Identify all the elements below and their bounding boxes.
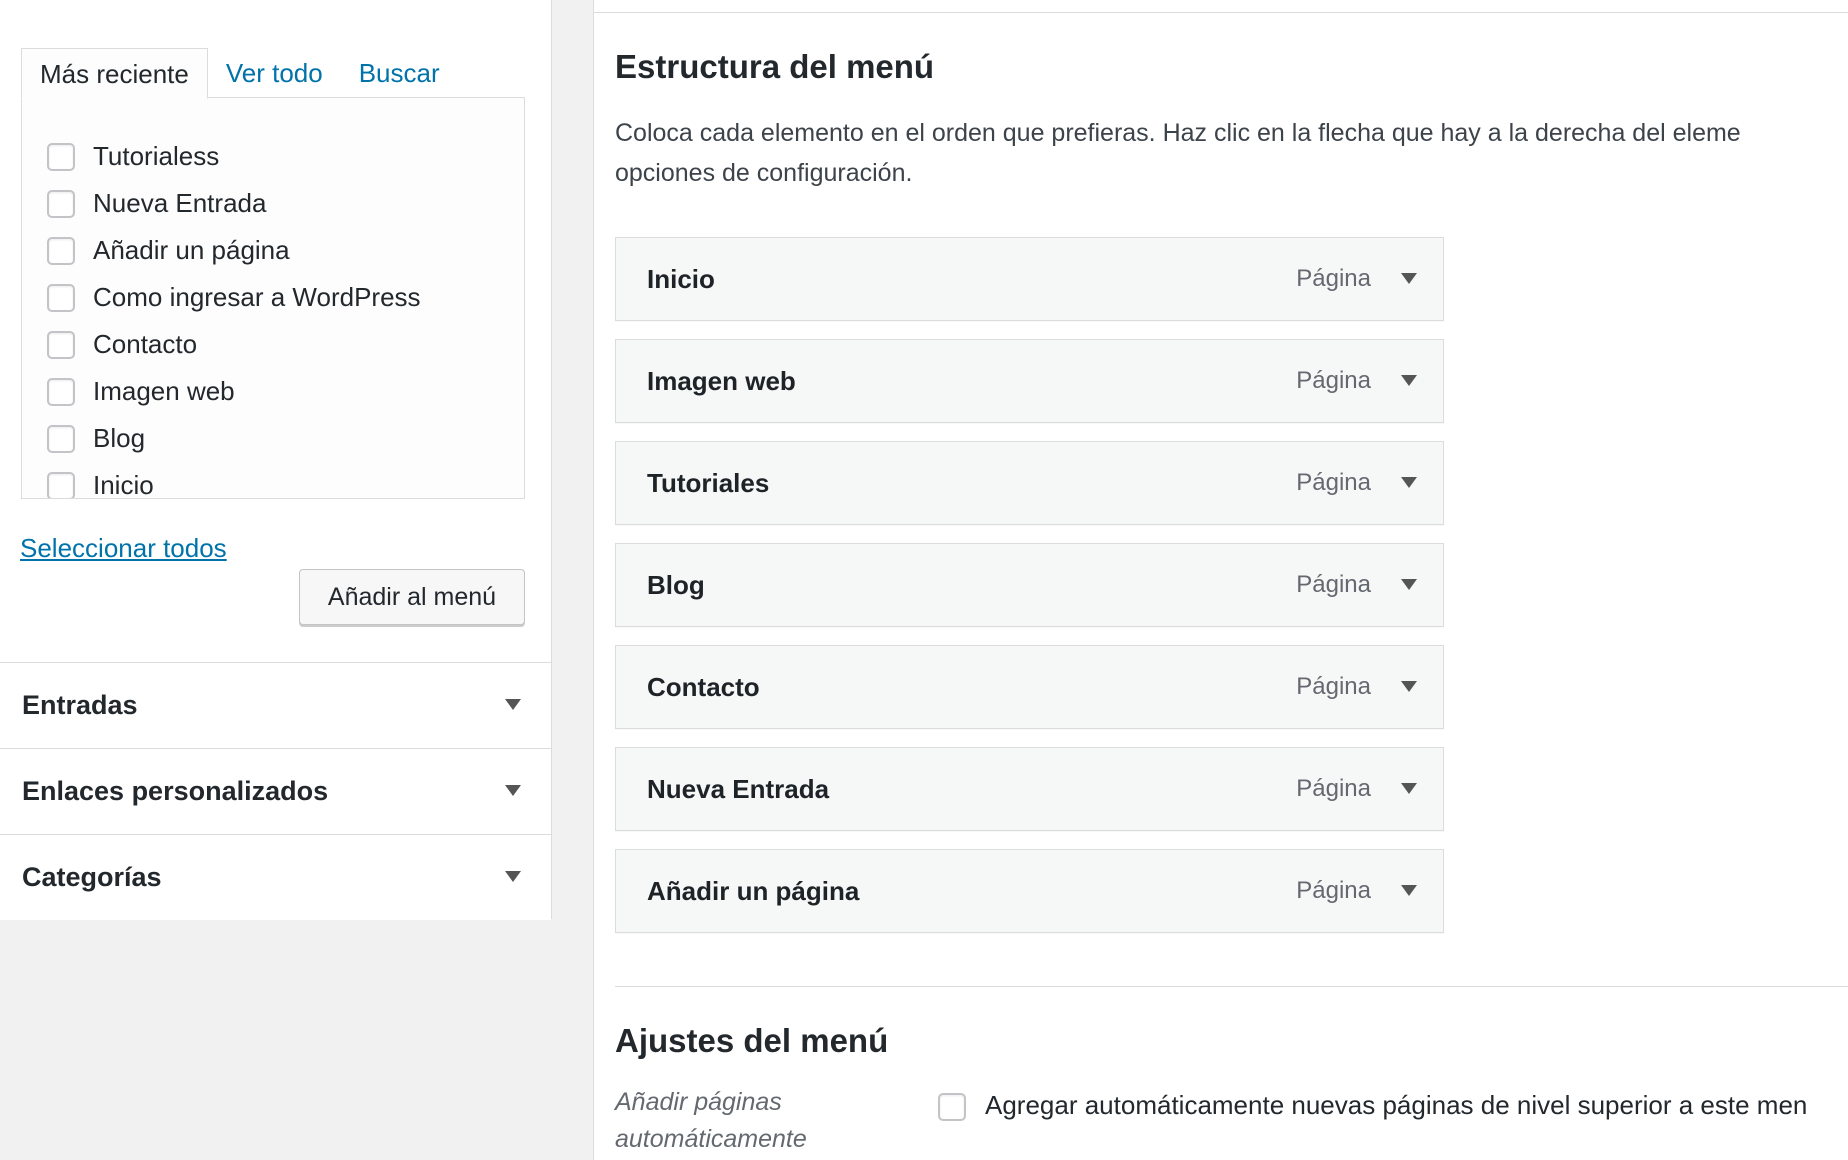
page-checkbox-label[interactable]: Como ingresar a WordPress bbox=[93, 282, 421, 313]
triangle-down-icon bbox=[1401, 477, 1417, 488]
triangle-down-icon bbox=[505, 871, 521, 882]
page-checkbox-label[interactable]: Contacto bbox=[93, 329, 197, 360]
menu-item-type: Página bbox=[1296, 673, 1371, 700]
list-item: Añadir un página bbox=[47, 227, 421, 274]
page-checkbox[interactable] bbox=[47, 471, 75, 498]
menu-item-toggle[interactable] bbox=[1395, 775, 1423, 803]
page-checkbox-label[interactable]: Inicio bbox=[93, 470, 154, 498]
accordion-entradas[interactable]: Entradas bbox=[0, 662, 551, 748]
page-checkbox-label[interactable]: Blog bbox=[93, 423, 145, 454]
top-divider bbox=[594, 12, 1848, 13]
list-item: Contacto bbox=[47, 321, 421, 368]
menu-item-toggle[interactable] bbox=[1395, 469, 1423, 497]
page-checkbox[interactable] bbox=[47, 330, 75, 359]
section-divider bbox=[615, 986, 1848, 987]
menu-item-toggle[interactable] bbox=[1395, 367, 1423, 395]
page-checkbox[interactable] bbox=[47, 236, 75, 265]
select-all-link[interactable]: Seleccionar todos bbox=[20, 533, 227, 564]
menu-structure-title: Estructura del menú bbox=[615, 48, 935, 85]
triangle-down-icon bbox=[1401, 885, 1417, 896]
triangle-down-icon bbox=[1401, 783, 1417, 794]
menu-structure-description: Coloca cada elemento en el orden que pre… bbox=[615, 113, 1848, 193]
accordion-title: Entradas bbox=[22, 690, 138, 720]
menu-item-title: Añadir un página bbox=[647, 876, 860, 906]
menu-item-imagen-web[interactable]: Imagen web Página bbox=[615, 339, 1444, 423]
accordion-categories[interactable]: Categorías bbox=[0, 834, 551, 920]
triangle-down-icon bbox=[505, 699, 521, 710]
auto-add-pages-checkbox[interactable] bbox=[938, 1093, 966, 1121]
menu-item-type: Página bbox=[1296, 367, 1371, 394]
menu-item-type: Página bbox=[1296, 571, 1371, 598]
page-checkbox-label[interactable]: Tutorialess bbox=[93, 141, 219, 172]
list-item: Nueva Entrada bbox=[47, 180, 421, 227]
list-item: Blog bbox=[47, 415, 421, 462]
tab-search[interactable]: Buscar bbox=[341, 48, 458, 98]
menu-item-title: Nueva Entrada bbox=[647, 774, 830, 804]
page-checkbox[interactable] bbox=[47, 283, 75, 312]
menu-management-panel: Estructura del menú Coloca cada elemento… bbox=[593, 0, 1848, 1160]
accordion-title: Categorías bbox=[22, 862, 162, 892]
triangle-down-icon bbox=[1401, 375, 1417, 386]
triangle-down-icon bbox=[1401, 681, 1417, 692]
triangle-down-icon bbox=[505, 785, 521, 796]
page-checkbox-label[interactable]: Nueva Entrada bbox=[93, 188, 266, 219]
menu-item-tutoriales[interactable]: Tutoriales Página bbox=[615, 441, 1444, 525]
pages-tabs: Más reciente Ver todo Buscar bbox=[21, 48, 458, 99]
list-item: Tutorialess bbox=[47, 133, 421, 180]
menu-item-type: Página bbox=[1296, 265, 1371, 292]
menu-item-contacto[interactable]: Contacto Página bbox=[615, 645, 1444, 729]
menu-item-title: Imagen web bbox=[647, 366, 796, 396]
list-item: Inicio bbox=[47, 462, 421, 498]
menu-item-title: Contacto bbox=[647, 672, 760, 702]
tab-most-recent[interactable]: Más reciente bbox=[21, 48, 208, 99]
accordion-custom-links[interactable]: Enlaces personalizados bbox=[0, 748, 551, 834]
description-line-2: opciones de configuración. bbox=[615, 159, 913, 187]
list-item: Como ingresar a WordPress bbox=[47, 274, 421, 321]
pages-checklist-panel[interactable]: Tutorialess Nueva Entrada Añadir un pági… bbox=[21, 97, 525, 499]
menu-item-toggle[interactable] bbox=[1395, 571, 1423, 599]
menu-item-nueva-entrada[interactable]: Nueva Entrada Página bbox=[615, 747, 1444, 831]
triangle-down-icon bbox=[1401, 273, 1417, 284]
page-checkbox[interactable] bbox=[47, 189, 75, 218]
menu-item-toggle[interactable] bbox=[1395, 265, 1423, 293]
menu-item-title: Inicio bbox=[647, 264, 715, 294]
list-item: Imagen web bbox=[47, 368, 421, 415]
menu-item-type: Página bbox=[1296, 775, 1371, 802]
menu-item-type: Página bbox=[1296, 469, 1371, 496]
menu-item-blog[interactable]: Blog Página bbox=[615, 543, 1444, 627]
accordion-title: Enlaces personalizados bbox=[22, 776, 329, 806]
menu-item-title: Blog bbox=[647, 570, 705, 600]
auto-add-pages-label: Añadir páginas automáticamente bbox=[615, 1088, 807, 1153]
menu-item-toggle[interactable] bbox=[1395, 877, 1423, 905]
add-to-menu-button[interactable]: Añadir al menú bbox=[299, 569, 525, 625]
description-line-1: Coloca cada elemento en el orden que pre… bbox=[615, 119, 1741, 147]
add-menu-items-panel: Más reciente Ver todo Buscar Tutorialess… bbox=[0, 0, 552, 920]
menu-item-inicio[interactable]: Inicio Página bbox=[615, 237, 1444, 321]
menu-item-type: Página bbox=[1296, 877, 1371, 904]
menu-item-toggle[interactable] bbox=[1395, 673, 1423, 701]
tab-view-all[interactable]: Ver todo bbox=[208, 48, 341, 98]
menu-item-anadir-pagina[interactable]: Añadir un página Página bbox=[615, 849, 1444, 933]
page-checkbox[interactable] bbox=[47, 377, 75, 406]
pages-checklist: Tutorialess Nueva Entrada Añadir un pági… bbox=[47, 133, 421, 498]
page-checkbox[interactable] bbox=[47, 424, 75, 453]
auto-add-pages-text[interactable]: Agregar automáticamente nuevas páginas d… bbox=[985, 1090, 1807, 1121]
page-checkbox-label[interactable]: Añadir un página bbox=[93, 235, 290, 266]
page-checkbox[interactable] bbox=[47, 142, 75, 171]
page-checkbox-label[interactable]: Imagen web bbox=[93, 376, 235, 407]
menu-item-title: Tutoriales bbox=[647, 468, 770, 498]
menu-settings-title: Ajustes del menú bbox=[615, 1022, 889, 1059]
triangle-down-icon bbox=[1401, 579, 1417, 590]
